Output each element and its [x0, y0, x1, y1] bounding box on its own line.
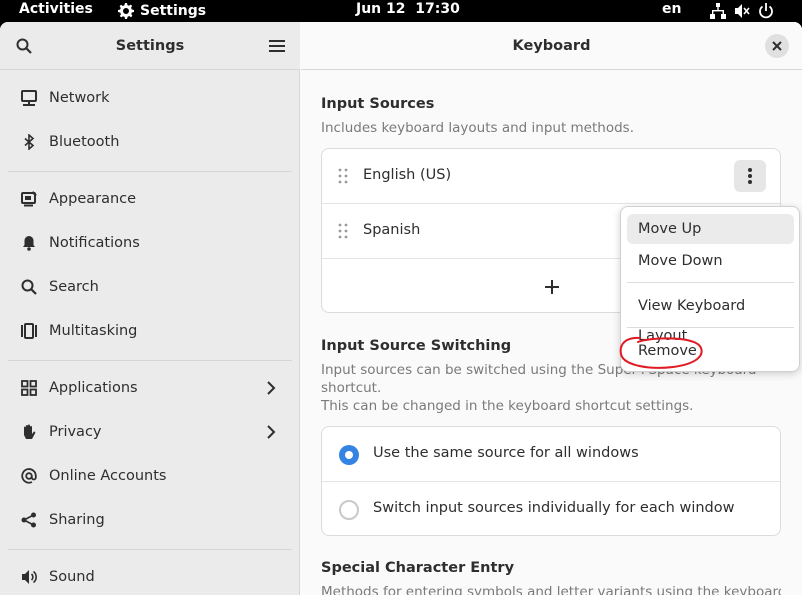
gear-icon — [118, 3, 134, 19]
move-down-menu-item[interactable]: Move Down — [627, 246, 794, 276]
hamburger-icon — [269, 40, 285, 52]
input-sources-title: Input Sources — [321, 96, 435, 112]
app-name: Settings — [140, 3, 207, 19]
input-switching-description-line2: shortcut. — [321, 380, 382, 396]
sidebar-header: Settings — [0, 22, 300, 70]
sidebar-separator — [8, 549, 292, 550]
input-source-label: English (US) — [363, 167, 452, 183]
hand-icon — [20, 423, 38, 441]
input-source-context-menu: Move Up Move Down View Keyboard Layout R… — [620, 206, 800, 372]
sidebar-item-label: Bluetooth — [49, 134, 120, 150]
radio-row-same-source[interactable]: Use the same source for all windows — [322, 427, 780, 482]
chevron-right-icon — [267, 425, 276, 439]
appearance-icon — [20, 190, 38, 208]
sidebar-item-label: Applications — [49, 380, 138, 396]
menu-separator — [627, 327, 794, 328]
main-menu-button[interactable] — [263, 32, 291, 60]
input-sources-description: Includes keyboard layouts and input meth… — [321, 120, 634, 136]
network-wired-icon — [710, 3, 726, 19]
sidebar-item-label: Network — [49, 90, 110, 106]
sidebar-item-sound[interactable]: Sound — [8, 557, 292, 595]
kebab-menu-icon — [748, 168, 752, 184]
multitasking-icon — [20, 322, 38, 340]
sidebar-item-label: Sound — [49, 569, 95, 585]
system-menu[interactable] — [710, 0, 774, 22]
radio-per-window[interactable] — [339, 500, 359, 520]
switching-options: Use the same source for all windows Swit… — [321, 426, 781, 536]
input-source-row[interactable]: English (US) — [322, 149, 780, 204]
view-keyboard-layout-menu-item[interactable]: View Keyboard Layout — [627, 291, 794, 344]
bluetooth-icon — [20, 133, 38, 151]
move-up-menu-item[interactable]: Move Up — [627, 214, 794, 244]
sidebar-title: Settings — [115, 38, 185, 54]
chevron-right-icon — [267, 381, 276, 395]
radio-label: Use the same source for all windows — [373, 445, 639, 461]
volume-muted-icon — [735, 4, 750, 18]
sidebar-item-label: Sharing — [49, 512, 105, 528]
input-source-label: Spanish — [363, 222, 421, 238]
top-bar: Activities Settings Jun 12 17:30 en — [0, 0, 802, 22]
sidebar-separator — [8, 171, 292, 172]
sidebar-separator — [8, 360, 292, 361]
sidebar-item-label: Online Accounts — [49, 468, 167, 484]
sidebar-item-bluetooth[interactable]: Bluetooth — [8, 122, 292, 162]
sidebar-item-sharing[interactable]: Sharing — [8, 500, 292, 540]
special-chars-description: Methods for entering symbols and letter … — [321, 584, 781, 595]
page-title: Keyboard — [512, 38, 591, 54]
panel-header: Keyboard — [301, 22, 802, 70]
app-menu[interactable]: Settings — [118, 0, 206, 22]
sidebar: Settings Network Bluetooth Appearance No… — [0, 22, 300, 595]
grid-icon — [20, 379, 38, 397]
speaker-icon — [20, 568, 38, 586]
drag-handle-icon[interactable] — [338, 223, 348, 239]
search-icon — [20, 278, 38, 296]
sidebar-item-label: Search — [49, 279, 99, 295]
bell-icon — [20, 234, 38, 252]
input-switching-description-line3: This can be changed in the keyboard shor… — [321, 398, 694, 414]
sidebar-item-applications[interactable]: Applications — [8, 368, 292, 408]
share-icon — [20, 511, 38, 529]
sidebar-item-network[interactable]: Network — [8, 78, 292, 118]
input-source-menu-button[interactable] — [734, 160, 766, 192]
remove-menu-item[interactable]: Remove — [627, 336, 794, 366]
radio-row-per-window[interactable]: Switch input sources individually for ea… — [322, 482, 780, 535]
sidebar-item-online-accounts[interactable]: Online Accounts — [8, 456, 292, 496]
plus-icon — [545, 279, 559, 294]
sidebar-item-multitasking[interactable]: Multitasking — [8, 311, 292, 351]
menu-separator — [627, 282, 794, 283]
clock[interactable]: Jun 12 17:30 — [356, 0, 460, 22]
sidebar-item-appearance[interactable]: Appearance — [8, 179, 292, 219]
radio-label: Switch input sources individually for ea… — [373, 500, 735, 516]
sidebar-item-label: Multitasking — [49, 323, 138, 339]
network-icon — [20, 89, 38, 107]
radio-same-source[interactable] — [339, 445, 359, 465]
sidebar-item-label: Notifications — [49, 235, 140, 251]
special-chars-title: Special Character Entry — [321, 560, 515, 576]
sidebar-item-label: Appearance — [49, 191, 137, 207]
sidebar-item-privacy[interactable]: Privacy — [8, 412, 292, 452]
keyboard-language-indicator[interactable]: en — [662, 0, 681, 22]
close-icon — [772, 41, 782, 51]
sidebar-item-search[interactable]: Search — [8, 267, 292, 307]
activities-button[interactable]: Activities — [19, 0, 93, 22]
sidebar-item-label: Privacy — [49, 424, 102, 440]
close-button[interactable] — [765, 34, 789, 58]
sidebar-item-notifications[interactable]: Notifications — [8, 223, 292, 263]
at-icon — [20, 467, 38, 485]
drag-handle-icon[interactable] — [338, 168, 348, 184]
input-switching-title: Input Source Switching — [321, 338, 512, 354]
power-icon — [759, 3, 773, 19]
